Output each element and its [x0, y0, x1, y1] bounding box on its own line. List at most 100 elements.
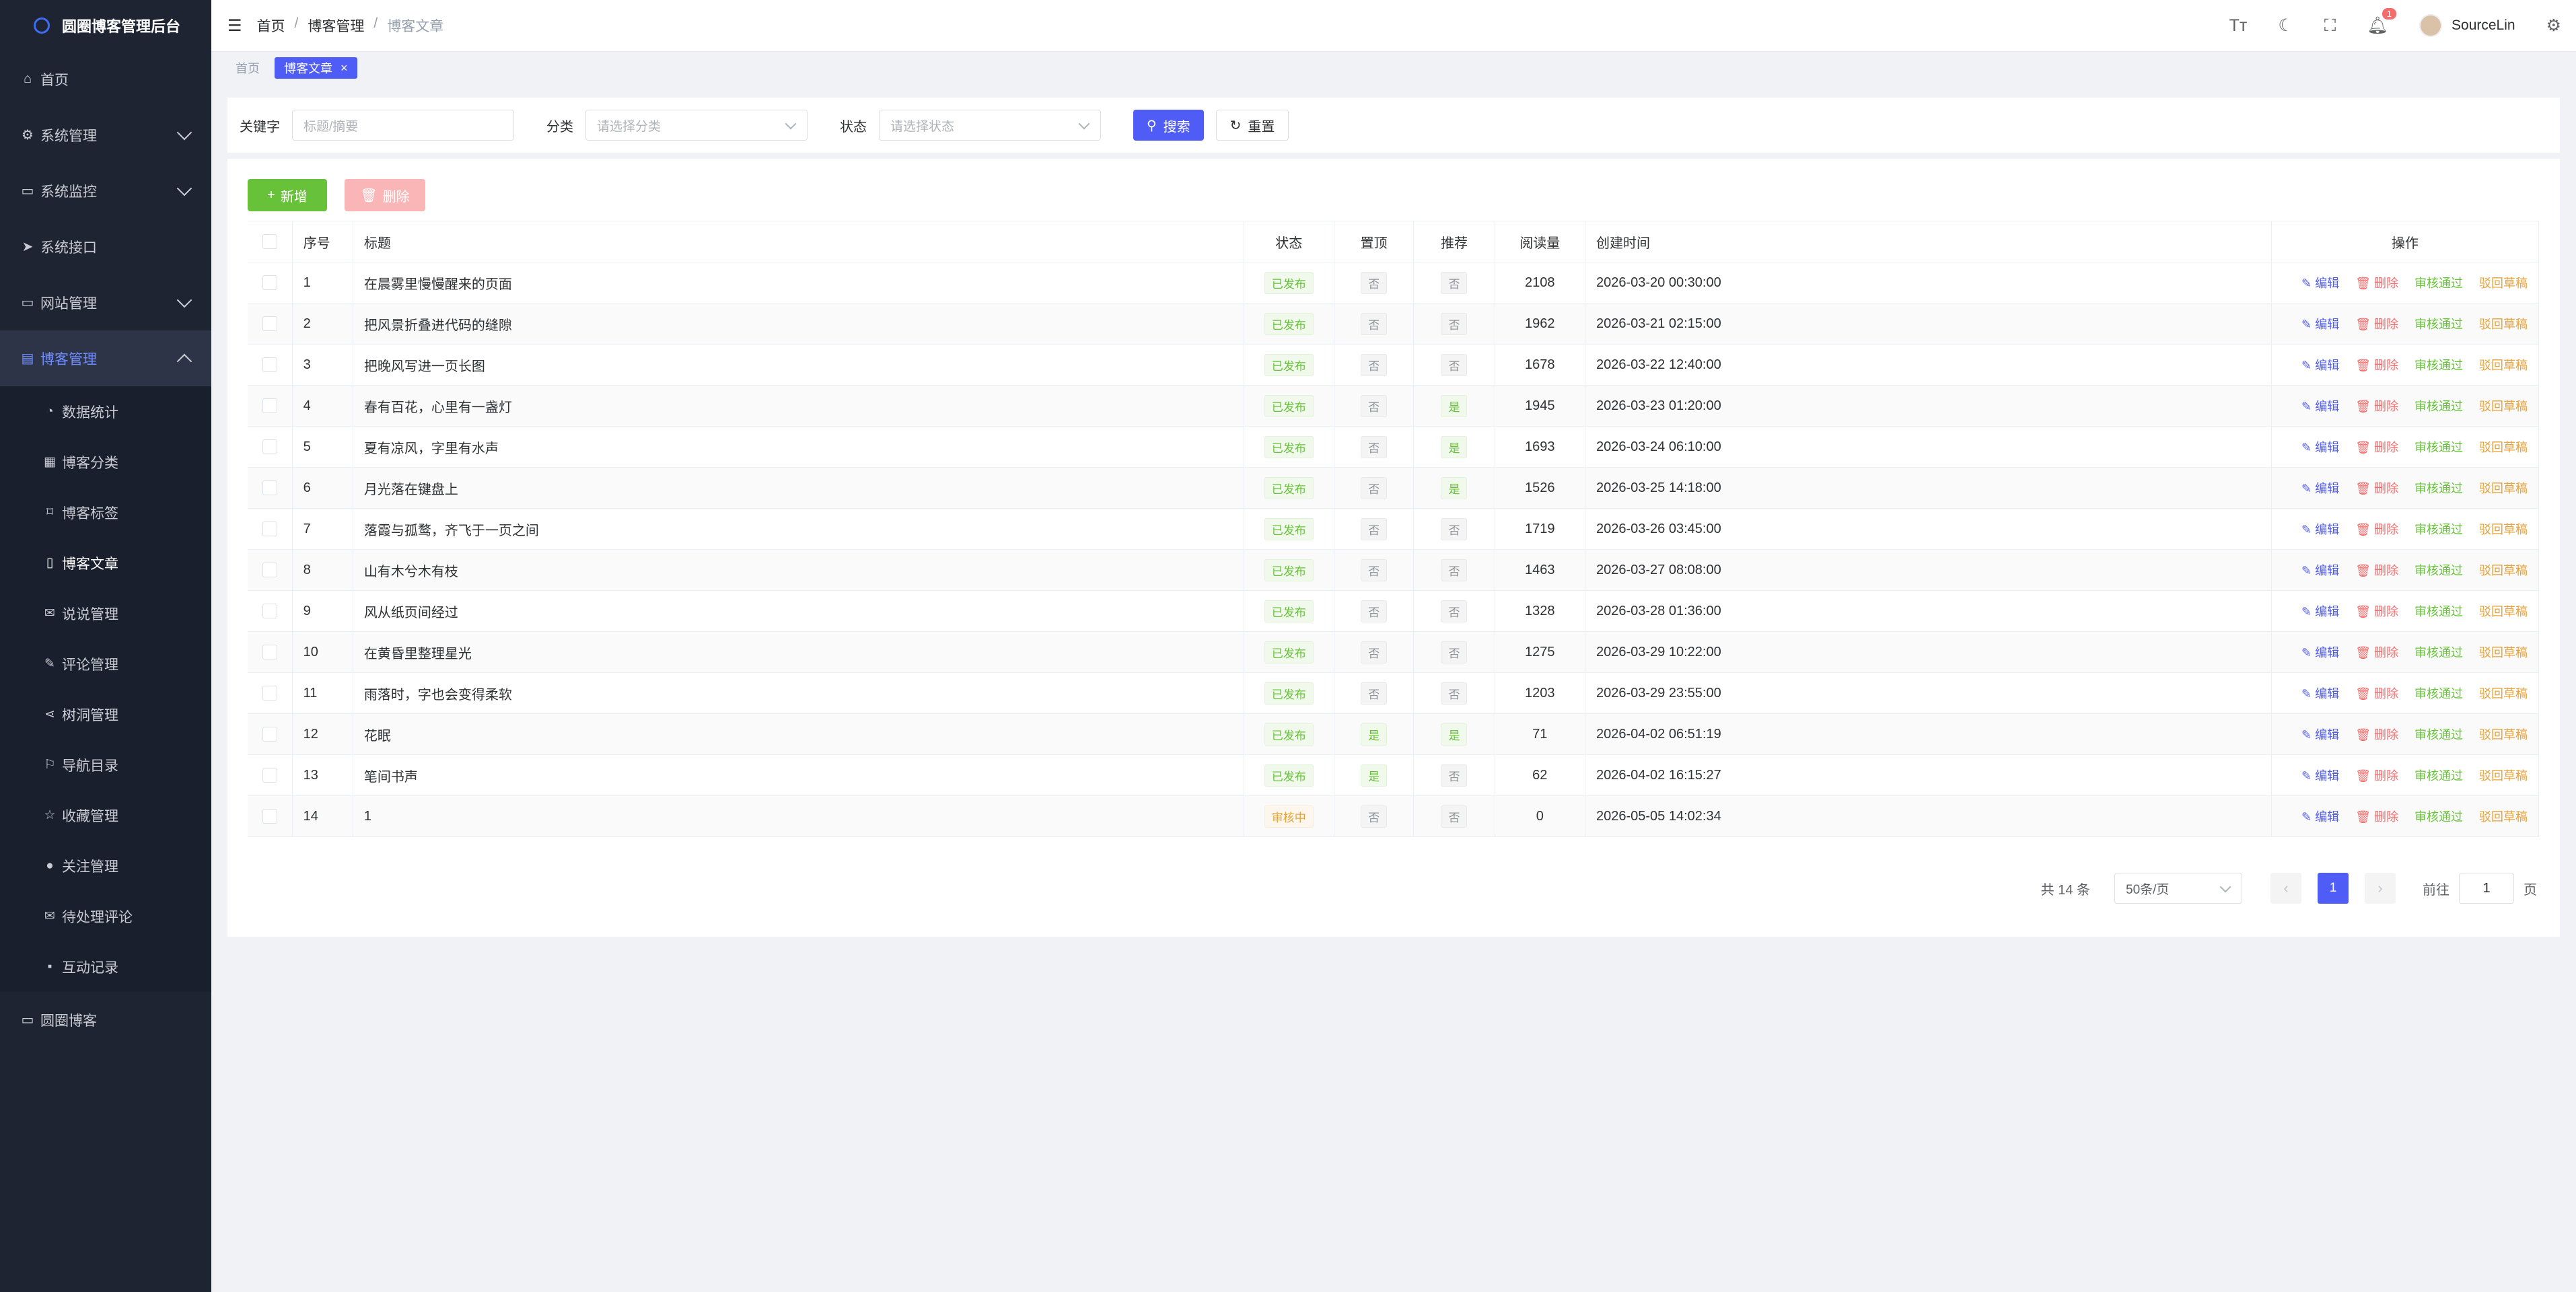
- bell-icon[interactable]: 🔔︎ 1: [2367, 6, 2398, 36]
- goto-input[interactable]: 1: [2459, 873, 2514, 904]
- prev-page-button[interactable]: ‹: [2270, 873, 2301, 904]
- select-all-checkbox[interactable]: [262, 234, 277, 250]
- search-button[interactable]: ⚲ 搜索: [1133, 110, 1204, 141]
- edit-button[interactable]: ✎ 编辑: [2301, 523, 2339, 536]
- row-checkbox[interactable]: [262, 439, 277, 455]
- reject-draft-button[interactable]: 驳回草稿: [2479, 523, 2528, 536]
- delete-button[interactable]: 🗑︎ 删除: [2355, 646, 2398, 659]
- approve-button[interactable]: 审核通过: [2414, 810, 2463, 824]
- row-checkbox[interactable]: [262, 686, 277, 701]
- reject-draft-button[interactable]: 驳回草稿: [2479, 810, 2528, 824]
- sidebar-item-follow[interactable]: ● 关注管理: [0, 840, 211, 891]
- approve-button[interactable]: 审核通过: [2414, 441, 2463, 454]
- sidebar-item-moments[interactable]: ✉ 说说管理: [0, 588, 211, 639]
- edit-button[interactable]: ✎ 编辑: [2301, 564, 2339, 577]
- sidebar-item-category[interactable]: ▦ 博客分类: [0, 437, 211, 487]
- edit-button[interactable]: ✎ 编辑: [2301, 769, 2339, 783]
- row-checkbox[interactable]: [262, 522, 277, 537]
- reset-button[interactable]: ↻ 重置: [1215, 110, 1289, 141]
- row-checkbox[interactable]: [262, 316, 277, 332]
- sidebar-item-website[interactable]: ▭ 网站管理: [0, 275, 211, 330]
- approve-button[interactable]: 审核通过: [2414, 359, 2463, 372]
- next-page-button[interactable]: ›: [2365, 873, 2396, 904]
- sidebar-item-stats[interactable]: ◔ 数据统计: [0, 386, 211, 437]
- delete-button[interactable]: 🗑︎ 删除: [2355, 318, 2398, 331]
- category-select[interactable]: 请选择分类: [585, 110, 808, 141]
- sidebar-item-interactions[interactable]: ▪ 互动记录: [0, 941, 211, 992]
- edit-button[interactable]: ✎ 编辑: [2301, 359, 2339, 372]
- reject-draft-button[interactable]: 驳回草稿: [2479, 687, 2528, 701]
- close-icon[interactable]: ×: [341, 61, 348, 75]
- moon-icon[interactable]: ☾: [2278, 15, 2293, 36]
- sidebar-item-monitor[interactable]: ▭ 系统监控: [0, 163, 211, 219]
- approve-button[interactable]: 审核通过: [2414, 400, 2463, 413]
- delete-button[interactable]: 🗑︎ 删除: [2355, 605, 2398, 618]
- approve-button[interactable]: 审核通过: [2414, 482, 2463, 495]
- edit-button[interactable]: ✎ 编辑: [2301, 687, 2339, 701]
- row-checkbox[interactable]: [262, 768, 277, 783]
- app-logo[interactable]: 圆圈博客管理后台: [0, 0, 211, 51]
- sidebar-item-blog[interactable]: ▤ 博客管理: [0, 330, 211, 386]
- delete-button[interactable]: 🗑︎ 删除: [2355, 728, 2398, 742]
- font-size-icon[interactable]: Tт: [2229, 16, 2248, 36]
- sidebar-item-home[interactable]: ⌂ 首页: [0, 51, 211, 107]
- delete-button[interactable]: 🗑︎ 删除: [2355, 564, 2398, 577]
- approve-button[interactable]: 审核通过: [2414, 277, 2463, 290]
- row-checkbox[interactable]: [262, 645, 277, 660]
- sidebar-item-treehole[interactable]: ⋖ 树洞管理: [0, 689, 211, 740]
- edit-button[interactable]: ✎ 编辑: [2301, 646, 2339, 659]
- approve-button[interactable]: 审核通过: [2414, 605, 2463, 618]
- row-checkbox[interactable]: [262, 604, 277, 619]
- delete-button[interactable]: 🗑︎ 删除: [2355, 359, 2398, 372]
- reject-draft-button[interactable]: 驳回草稿: [2479, 441, 2528, 454]
- sidebar-item-favorites[interactable]: ☆ 收藏管理: [0, 790, 211, 840]
- delete-button[interactable]: 🗑︎ 删除: [2355, 769, 2398, 783]
- row-checkbox[interactable]: [262, 275, 277, 291]
- edit-button[interactable]: ✎ 编辑: [2301, 400, 2339, 413]
- edit-button[interactable]: ✎ 编辑: [2301, 441, 2339, 454]
- page-size-select[interactable]: 50条/页: [2114, 873, 2242, 904]
- row-checkbox[interactable]: [262, 809, 277, 824]
- row-checkbox[interactable]: [262, 398, 277, 414]
- edit-button[interactable]: ✎ 编辑: [2301, 318, 2339, 331]
- delete-button[interactable]: 🗑︎ 删除: [2355, 400, 2398, 413]
- sidebar-item-pending-comments[interactable]: ✉ 待处理评论: [0, 891, 211, 941]
- reject-draft-button[interactable]: 驳回草稿: [2479, 605, 2528, 618]
- approve-button[interactable]: 审核通过: [2414, 318, 2463, 331]
- batch-delete-button[interactable]: 🗑︎ 删除: [345, 179, 425, 211]
- sidebar-item-comments[interactable]: ✎ 评论管理: [0, 639, 211, 689]
- username[interactable]: SourceLin: [2452, 17, 2515, 34]
- fullscreen-icon[interactable]: ⛶: [2324, 16, 2336, 36]
- sidebar-item-site[interactable]: ▭ 圆圈博客: [0, 992, 211, 1048]
- sidebar-item-api[interactable]: ➤ 系统接口: [0, 219, 211, 275]
- add-button[interactable]: + 新增: [248, 179, 327, 211]
- approve-button[interactable]: 审核通过: [2414, 646, 2463, 659]
- sidebar-item-articles[interactable]: ▯ 博客文章: [0, 538, 211, 588]
- reject-draft-button[interactable]: 驳回草稿: [2479, 318, 2528, 331]
- edit-button[interactable]: ✎ 编辑: [2301, 810, 2339, 824]
- keyword-input[interactable]: 标题/摘要: [292, 110, 514, 141]
- approve-button[interactable]: 审核通过: [2414, 728, 2463, 742]
- delete-button[interactable]: 🗑︎ 删除: [2355, 523, 2398, 536]
- reject-draft-button[interactable]: 驳回草稿: [2479, 564, 2528, 577]
- sidebar-item-tags[interactable]: ⌑ 博客标签: [0, 487, 211, 538]
- page-number[interactable]: 1: [2318, 873, 2349, 904]
- breadcrumb-home[interactable]: 首页: [257, 15, 285, 36]
- edit-button[interactable]: ✎ 编辑: [2301, 728, 2339, 742]
- reject-draft-button[interactable]: 驳回草稿: [2479, 400, 2528, 413]
- reject-draft-button[interactable]: 驳回草稿: [2479, 646, 2528, 659]
- sidebar-item-nav[interactable]: ⚐ 导航目录: [0, 740, 211, 790]
- settings-icon[interactable]: ⚙: [2546, 15, 2561, 36]
- delete-button[interactable]: 🗑︎ 删除: [2355, 482, 2398, 495]
- reject-draft-button[interactable]: 驳回草稿: [2479, 277, 2528, 290]
- breadcrumb-blog[interactable]: 博客管理: [308, 15, 364, 36]
- approve-button[interactable]: 审核通过: [2414, 769, 2463, 783]
- row-checkbox[interactable]: [262, 357, 277, 373]
- delete-button[interactable]: 🗑︎ 删除: [2355, 277, 2398, 290]
- row-checkbox[interactable]: [262, 727, 277, 742]
- avatar[interactable]: [2419, 14, 2443, 37]
- approve-button[interactable]: 审核通过: [2414, 687, 2463, 701]
- reject-draft-button[interactable]: 驳回草稿: [2479, 769, 2528, 783]
- tag-home[interactable]: 首页: [226, 57, 269, 79]
- edit-button[interactable]: ✎ 编辑: [2301, 482, 2339, 495]
